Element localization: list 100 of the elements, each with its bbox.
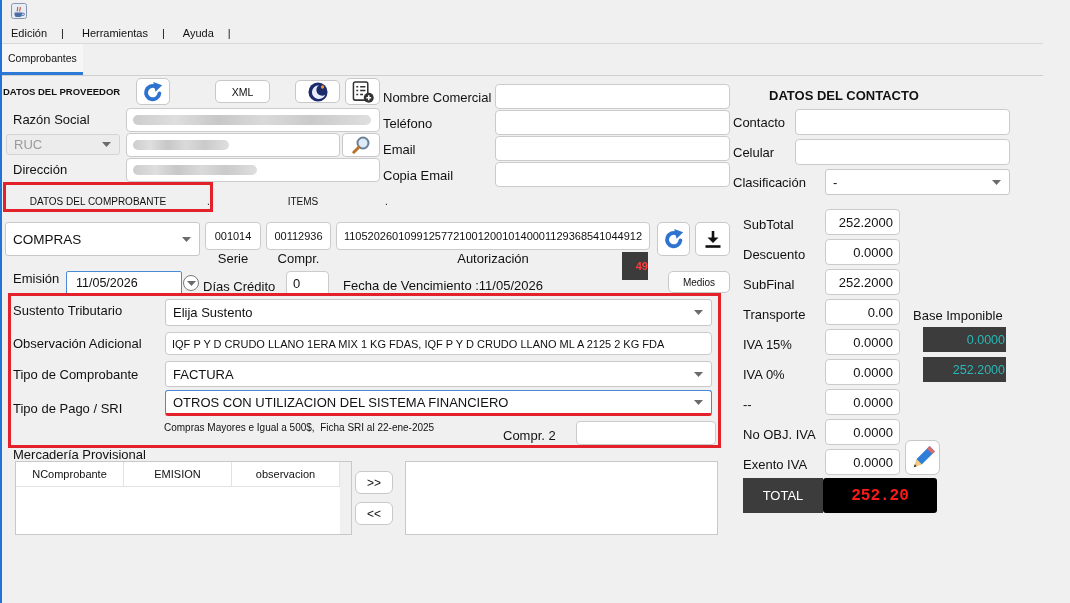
text-field[interactable] xyxy=(126,132,340,157)
text-field[interactable] xyxy=(495,135,730,161)
note-text: Compras Mayores e Igual a 500$, Ficha SRI al 22-ene-2025 xyxy=(164,421,435,433)
text-field[interactable]: 001014 xyxy=(205,222,261,250)
list-box[interactable] xyxy=(405,461,718,535)
caret-icon xyxy=(182,236,191,242)
dropdown[interactable]: FACTURA xyxy=(165,361,712,387)
edit-button[interactable] xyxy=(905,440,940,475)
refresh-button[interactable] xyxy=(657,222,690,256)
field-label: Transporte xyxy=(743,305,807,322)
text-field[interactable] xyxy=(576,421,716,445)
field-label: Compr. 2 xyxy=(503,428,557,445)
date-field[interactable]: 11/05/2026 xyxy=(66,271,182,295)
download-button[interactable] xyxy=(695,222,730,256)
field-label: Tipo de Comprobante xyxy=(12,366,140,382)
dropdown[interactable]: - xyxy=(825,169,1010,195)
text-field[interactable]: 1105202601099125772100120010140001129368541044912 xyxy=(336,222,650,250)
field-label: Compr. xyxy=(277,251,320,266)
medios-button[interactable]: Medios xyxy=(668,271,730,293)
field-label: Contacto xyxy=(732,114,787,130)
search-icon xyxy=(352,135,370,154)
field-label: SubFinal xyxy=(743,275,796,292)
text-field[interactable]: IQF P Y D CRUDO LLANO 1ERA MIX 1 KG FDAS, IQF P Y D CRUDO LLANO ML A 2125 2 KG FDA xyxy=(165,332,712,355)
tab[interactable]: ITEMS xyxy=(233,194,373,208)
amount-field[interactable]: 0.00 xyxy=(825,299,900,325)
dropdown[interactable]: Elija Sustento xyxy=(165,299,712,326)
field-label: IVA 0% xyxy=(743,365,786,382)
field-label: Email xyxy=(382,140,417,157)
field-label: -- xyxy=(743,395,753,412)
field-label: Tipo de Pago / SRI xyxy=(12,399,124,416)
amount-field[interactable]: 0.0000 xyxy=(825,419,900,445)
field-label: Días Crédito xyxy=(203,277,277,294)
text-field[interactable] xyxy=(495,83,730,109)
search-button[interactable] xyxy=(342,132,380,157)
xml-button[interactable]: XML xyxy=(215,80,270,103)
section-label: Mercadería Provisional xyxy=(13,448,147,461)
text-field[interactable]: 00112936 xyxy=(266,222,331,250)
amount-field[interactable]: 0.0000 xyxy=(825,239,900,265)
tab[interactable]: DATOS DEL COMPROBANTE xyxy=(6,194,190,208)
amount-field[interactable]: 0.0000 xyxy=(825,359,900,385)
field-label: Copia Email xyxy=(382,166,455,183)
refresh-icon xyxy=(142,80,164,103)
section-title: DATOS DEL CONTACTO xyxy=(768,87,920,105)
text-field[interactable]: 0 xyxy=(286,270,329,296)
refresh-button[interactable] xyxy=(136,78,170,105)
amount-field[interactable]: 252.2000 xyxy=(825,269,900,295)
move-button[interactable]: >> xyxy=(355,471,393,494)
text-field[interactable] xyxy=(795,109,1010,135)
field-label: Nombre Comercial xyxy=(382,88,493,105)
caret-icon xyxy=(186,280,196,286)
field-label: Exento IVA xyxy=(743,455,809,472)
move-button[interactable]: << xyxy=(355,502,393,525)
total-label: TOTAL xyxy=(743,478,823,513)
list-button[interactable] xyxy=(345,78,380,105)
text-field[interactable] xyxy=(495,109,730,135)
column-header[interactable]: EMISION xyxy=(124,462,232,486)
list-plus-icon xyxy=(351,80,374,103)
column-header[interactable]: observacion xyxy=(232,462,340,486)
caret-icon xyxy=(992,179,1001,185)
text-field[interactable] xyxy=(126,107,380,132)
menu-item[interactable]: Edición xyxy=(11,26,48,39)
text-field[interactable] xyxy=(126,157,380,182)
field-label: Sustento Tributario xyxy=(12,302,124,318)
caret-icon xyxy=(102,142,111,147)
field-label: Dirección xyxy=(12,162,69,177)
menu-item[interactable]: Herramientas xyxy=(81,26,148,39)
menu-separator: | xyxy=(161,26,165,39)
field-label: IVA 15% xyxy=(743,335,793,352)
menu-item[interactable]: Ayuda xyxy=(182,26,214,39)
dropdown[interactable]: COMPRAS xyxy=(5,222,200,256)
amount-field[interactable]: 0.0000 xyxy=(825,449,900,475)
counter-display: 49 xyxy=(622,252,648,280)
field-label: Base Imponible xyxy=(913,309,1003,323)
dropdown-button[interactable] xyxy=(183,275,199,291)
text-field[interactable] xyxy=(795,139,1010,165)
amount-field[interactable]: 252.2000 xyxy=(825,209,900,235)
refresh-icon xyxy=(662,228,685,250)
caret-icon xyxy=(694,371,703,377)
field-label: No OBJ. IVA xyxy=(743,425,817,442)
crescent-button[interactable] xyxy=(295,80,340,103)
caret-icon xyxy=(694,310,703,315)
field-label: Descuento xyxy=(743,245,807,262)
due-date-text: Fecha de Vencimiento :11/05/2026 xyxy=(343,276,543,293)
section-title: DATOS DEL PROVEEDOR xyxy=(2,86,122,97)
dropdown[interactable]: OTROS CON UTILIZACION DEL SISTEMA FINANCIERO xyxy=(165,390,712,416)
field-label: Celular xyxy=(732,144,776,160)
menu-separator: | xyxy=(61,26,64,39)
caret-icon xyxy=(694,399,703,405)
download-icon xyxy=(703,230,722,248)
text-field[interactable] xyxy=(495,161,730,187)
dot-text: . xyxy=(385,195,388,207)
cup-icon xyxy=(11,3,27,19)
field-label: Serie xyxy=(217,251,249,266)
amount-field[interactable]: 0.0000 xyxy=(825,389,900,415)
tab[interactable]: Comprobantes xyxy=(2,44,83,75)
field-label: Observación Adicional xyxy=(12,336,143,351)
amount-field[interactable]: 0.0000 xyxy=(825,329,900,355)
menu-separator: | xyxy=(227,26,231,39)
column-header[interactable]: NComprobante xyxy=(16,462,124,486)
amount-display: 252.2000 xyxy=(923,357,1006,382)
